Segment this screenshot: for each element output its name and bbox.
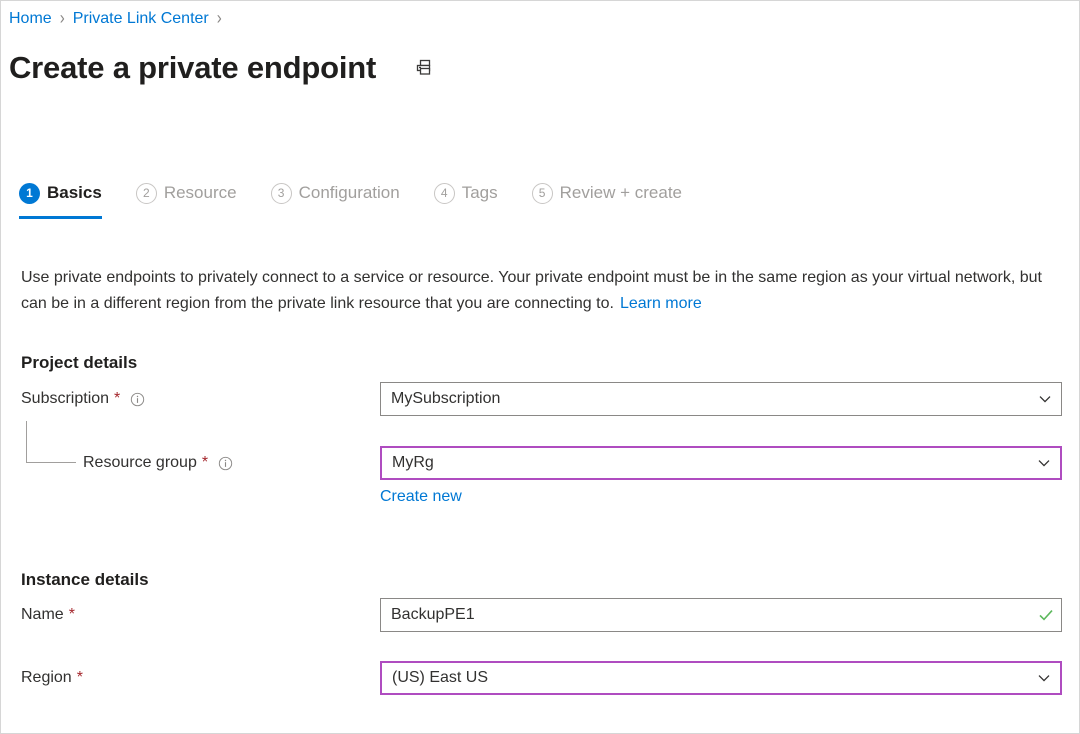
tab-basics[interactable]: 1 Basics [19, 177, 102, 219]
printer-icon[interactable] [411, 54, 439, 82]
title-row: Create a private endpoint [9, 49, 439, 87]
subscription-value: MySubscription [391, 390, 501, 407]
required-marker: * [68, 606, 75, 623]
subscription-dropdown[interactable]: MySubscription [380, 382, 1062, 416]
name-label: Name * [21, 598, 75, 632]
page-title: Create a private endpoint [9, 50, 377, 85]
region-label: Region * [21, 661, 83, 695]
chevron-down-icon [1029, 392, 1061, 406]
breadcrumb-separator-icon: › [59, 7, 65, 29]
tab-label: Tags [461, 183, 498, 202]
info-icon[interactable] [129, 391, 145, 407]
subscription-label-text: Subscription [21, 390, 110, 407]
field-row-subscription: Subscription * MySubscription [1, 382, 1079, 416]
tab-number-badge: 3 [270, 182, 292, 204]
field-row-name: Name * [1, 598, 1079, 632]
tab-configuration[interactable]: 3 Configuration [270, 177, 400, 209]
resource-group-dropdown[interactable]: MyRg [380, 446, 1062, 480]
tab-label: Review + create [559, 183, 683, 202]
region-label-text: Region [21, 669, 72, 686]
learn-more-link[interactable]: Learn more [620, 295, 702, 312]
description-text: Use private endpoints to privately conne… [21, 265, 1061, 317]
section-heading-instance-details: Instance details [21, 570, 149, 590]
chevron-down-icon [1028, 456, 1060, 470]
tab-tags[interactable]: 4 Tags [433, 177, 498, 209]
wizard-tabs: 1 Basics 2 Resource 3 Configuration 4 Ta… [19, 177, 682, 221]
tab-label: Basics [47, 183, 102, 202]
required-marker: * [201, 454, 209, 471]
chevron-down-icon [1028, 671, 1060, 685]
description-body: Use private endpoints to privately conne… [21, 269, 1042, 312]
section-heading-project-details: Project details [21, 353, 138, 373]
tab-number-badge: 4 [433, 182, 455, 204]
tab-number-badge: 1 [19, 182, 40, 204]
create-private-endpoint-page: Home › Private Link Center › Create a pr… [0, 0, 1080, 734]
resource-group-label: Resource group * [83, 446, 233, 480]
region-value: (US) East US [392, 669, 489, 686]
required-marker: * [114, 390, 121, 407]
tab-review-create[interactable]: 5 Review + create [531, 177, 683, 209]
resource-group-label-text: Resource group [83, 454, 197, 471]
subscription-label: Subscription * [21, 382, 145, 416]
checkmark-icon [1031, 606, 1061, 624]
tab-number-badge: 5 [531, 182, 553, 204]
region-dropdown[interactable]: (US) East US [380, 661, 1062, 695]
resource-group-value: MyRg [392, 454, 434, 471]
required-marker: * [76, 669, 83, 686]
name-field-wrapper [380, 598, 1062, 632]
name-label-text: Name [21, 606, 64, 623]
breadcrumb: Home › Private Link Center › [9, 7, 230, 29]
tab-label: Resource [163, 183, 237, 202]
breadcrumb-separator-icon: › [216, 7, 222, 29]
info-icon[interactable] [217, 455, 233, 471]
field-row-region: Region * (US) East US [1, 661, 1079, 695]
breadcrumb-item-private-link-center[interactable]: Private Link Center [73, 9, 209, 29]
name-input[interactable] [381, 599, 1031, 631]
breadcrumb-item-home[interactable]: Home [9, 9, 52, 29]
tab-number-badge: 2 [135, 182, 157, 204]
tab-label: Configuration [298, 183, 400, 202]
create-new-resource-group-link[interactable]: Create new [380, 486, 462, 508]
field-row-resource-group: Resource group * MyRg [1, 446, 1079, 480]
tab-resource[interactable]: 2 Resource [135, 177, 237, 209]
